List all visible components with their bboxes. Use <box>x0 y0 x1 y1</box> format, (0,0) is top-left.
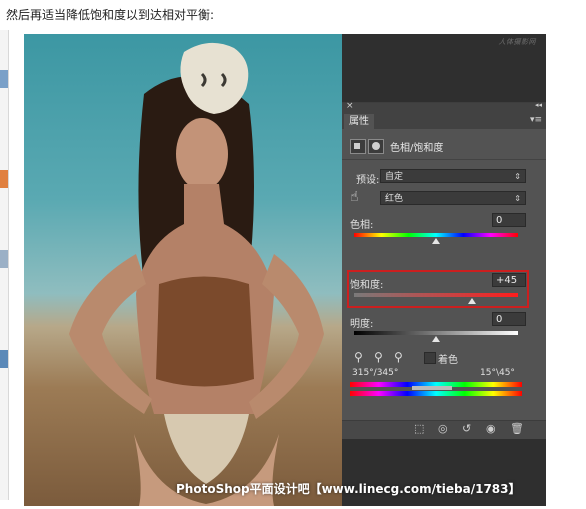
strip-mark <box>0 70 8 88</box>
strip-mark <box>0 250 8 268</box>
hue-label: 色相: <box>350 220 374 231</box>
screenshot-frame: 人体摄影网 × ◂◂ 属性 ▾≡ 色相/饱和度 预设: 自定 ⇕ ☝ 红色 ⇕ … <box>24 34 546 506</box>
panel-bottom-toolbar: ⬚ ◎ ↺ ◉ 🗑 <box>342 420 546 439</box>
adjustment-title: 色相/饱和度 <box>390 143 444 154</box>
close-icon[interactable]: × <box>346 101 354 111</box>
caption-text: 然后再适当降低饱和度以到达相对平衡: <box>6 8 215 22</box>
view-previous-icon[interactable]: ◎ <box>438 422 448 435</box>
channel-value: 红色 <box>385 194 404 204</box>
panel-titlebar: × ◂◂ <box>342 101 546 113</box>
colorize-checkbox[interactable] <box>424 352 436 364</box>
delete-icon[interactable]: 🗑 <box>510 422 524 435</box>
properties-panel: × ◂◂ 属性 ▾≡ 色相/饱和度 预设: 自定 ⇕ ☝ 红色 ⇕ 色相: 0 … <box>342 101 546 439</box>
saturation-slider-track[interactable] <box>354 293 518 297</box>
visibility-eye-icon[interactable]: ◉ <box>486 422 496 435</box>
watermark-text: PhotoShop平面设计吧【www.linecg.com/tieba/1783… <box>176 482 521 496</box>
tab-properties[interactable]: 属性 <box>344 114 374 129</box>
colorize-label: 着色 <box>438 355 458 366</box>
preset-label: 预设: <box>356 175 380 186</box>
saturation-value-field[interactable]: +45 <box>492 273 526 287</box>
lightness-value-field[interactable]: 0 <box>492 312 526 326</box>
brand-text: 人体摄影网 <box>498 38 536 46</box>
channel-select[interactable]: 红色 ⇕ <box>380 191 526 205</box>
eyedropper-icon[interactable]: ⚲ <box>354 350 363 364</box>
chevron-updown-icon: ⇕ <box>514 172 521 181</box>
strip-mark <box>0 350 8 368</box>
saturation-label: 饱和度: <box>350 280 384 291</box>
lightness-slider-thumb[interactable] <box>432 336 440 342</box>
panel-tab-row: 属性 ▾≡ <box>342 113 546 129</box>
range-left-label: 315°/345° <box>352 368 399 378</box>
adjustment-header: 色相/饱和度 <box>350 138 536 154</box>
collapse-icon[interactable]: ◂◂ <box>535 101 542 109</box>
model-figure-image <box>69 42 324 506</box>
lightness-slider-track[interactable] <box>354 331 518 335</box>
panel-menu-icon[interactable]: ▾≡ <box>530 115 542 125</box>
brand-bar: 人体摄影网 <box>342 34 546 52</box>
lightness-label: 明度: <box>350 319 374 330</box>
divider <box>342 159 546 160</box>
eyedropper-minus-icon[interactable]: ⚲ <box>394 350 403 364</box>
range-right-label: 15°\45° <box>480 368 515 378</box>
clip-to-layer-icon[interactable]: ⬚ <box>414 422 424 435</box>
on-image-adjust-icon[interactable]: ☝ <box>350 189 359 205</box>
hue-value-field[interactable]: 0 <box>492 213 526 227</box>
mask-icon[interactable] <box>368 139 384 154</box>
saturation-slider-thumb[interactable] <box>468 298 477 304</box>
preset-value: 自定 <box>385 172 404 182</box>
color-spectrum-bar-bottom <box>350 391 522 396</box>
hue-slider-track[interactable] <box>354 233 518 237</box>
preset-select[interactable]: 自定 ⇕ <box>380 169 526 183</box>
range-selector[interactable] <box>412 386 452 390</box>
chevron-updown-icon: ⇕ <box>514 194 521 203</box>
left-page-strip <box>0 30 9 500</box>
eyedropper-plus-icon[interactable]: ⚲ <box>374 350 383 364</box>
reset-icon[interactable]: ↺ <box>462 422 471 435</box>
adjustment-layer-icon <box>350 139 366 154</box>
hue-slider-thumb[interactable] <box>432 238 440 244</box>
strip-mark <box>0 170 8 188</box>
